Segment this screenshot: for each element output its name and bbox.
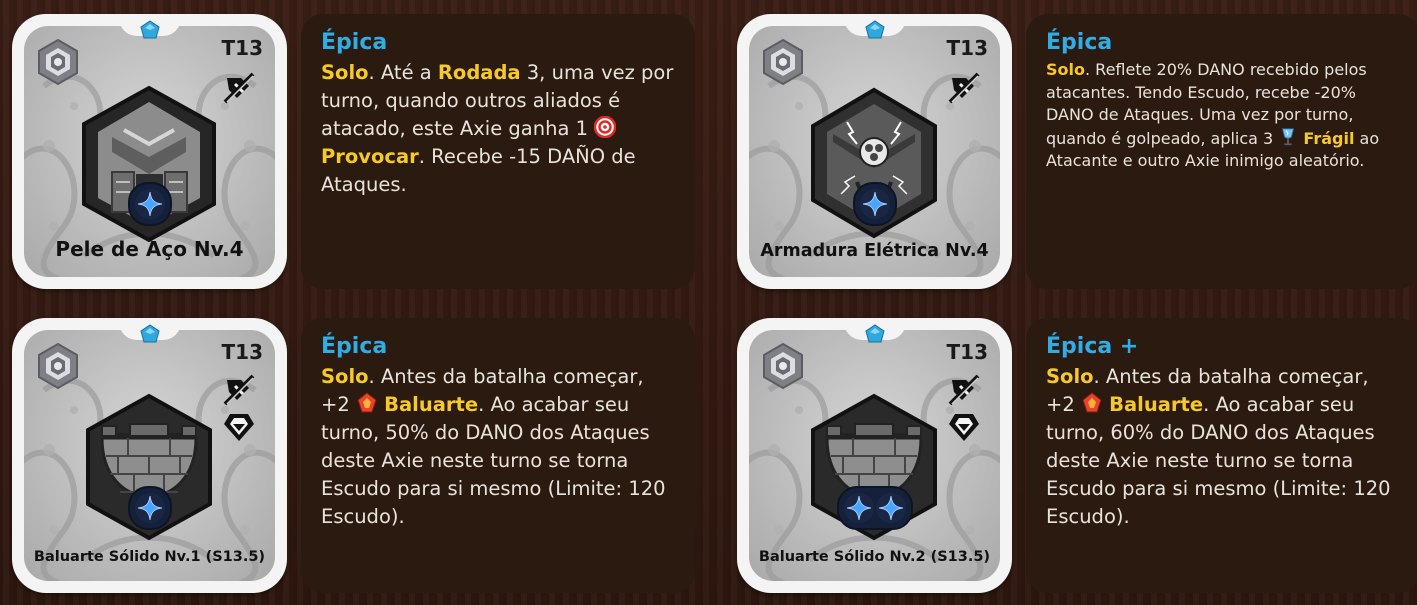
keyword: Baluarte (1109, 393, 1204, 416)
part-card[interactable]: T13 Pele de Aço Nv.4 (12, 14, 287, 289)
level-indicator (852, 182, 897, 226)
description-panel: Épica Solo. Antes da batalha começar, +2… (301, 318, 695, 593)
tower-part-icon (811, 393, 937, 541)
card-name: Armadura Elétrica Nv.4 (760, 241, 989, 261)
sparkle-level-icon (859, 188, 891, 220)
bulwark-status-icon (1081, 392, 1103, 414)
gem-icon (865, 324, 885, 344)
bulwark-status-icon (356, 392, 378, 414)
tier-label: T13 (946, 340, 988, 364)
keyword: Frágil (1303, 128, 1355, 148)
description-panel: Épica Solo. Até a Rodada 3, uma vez por … (301, 14, 695, 289)
gem-icon (865, 20, 885, 40)
rarity-label: Épica (321, 334, 388, 359)
description-panel: Épica + Solo. Antes da batalha começar, … (1026, 318, 1417, 593)
gem-icon (140, 20, 160, 40)
keyword: Solo (321, 365, 369, 388)
tower-part-icon (86, 393, 212, 541)
tier-label: T13 (221, 340, 263, 364)
card-name: Baluarte Sólido Nv.2 (S13.5) (758, 549, 991, 565)
sparkle-level-icon (134, 492, 166, 524)
part-card[interactable]: T13 Baluarte Sólido Nv.2 (S13.5) (737, 318, 1012, 593)
description-panel: Épica Solo. Reflete 20% DANO recebido pe… (1026, 14, 1417, 289)
part-card[interactable]: T13 Armadura Elétrica Nv.4 (737, 14, 1012, 289)
sparkle-level-icon (843, 492, 875, 524)
description-text: Solo. Até a Rodada 3, uma vez por turno,… (321, 59, 675, 199)
class-badge-icon (34, 38, 82, 86)
keyword: Provocar (321, 145, 419, 168)
part-card[interactable]: T13 Baluarte Sólido Nv.1 (S13.5) (12, 318, 287, 593)
level-indicator (836, 486, 913, 530)
keyword: Rodada (437, 61, 521, 84)
class-badge-icon (759, 38, 807, 86)
level-indicator (127, 486, 172, 530)
keyword: Baluarte (384, 393, 479, 416)
target-status-icon (594, 116, 616, 138)
rarity-label: Épica + (1046, 334, 1139, 359)
tier-label: T13 (946, 36, 988, 60)
card-name: Pele de Aço Nv.4 (55, 237, 244, 261)
rarity-label: Épica (321, 30, 388, 55)
sparkle-level-icon (875, 492, 907, 524)
rarity-label: Épica (1046, 30, 1113, 55)
description-text: Solo. Antes da batalha começar, +2 Balua… (1046, 363, 1400, 531)
fragile-status-icon (1278, 127, 1298, 147)
gem-icon (140, 324, 160, 344)
description-text: Solo. Antes da batalha começar, +2 Balua… (321, 363, 675, 531)
keyword: Solo (1046, 365, 1094, 388)
tier-label: T13 (221, 36, 263, 60)
electric-armor-part-icon (811, 87, 937, 239)
keyword: Solo (321, 61, 369, 84)
card-name: Baluarte Sólido Nv.1 (S13.5) (33, 549, 266, 565)
description-text: Solo. Reflete 20% DANO recebido pelos at… (1046, 59, 1400, 173)
steel-face-part-icon (82, 85, 216, 243)
class-badge-icon (759, 342, 807, 390)
sparkle-level-icon (134, 188, 166, 220)
text-run: . Até a (368, 61, 438, 84)
level-indicator (127, 182, 172, 226)
keyword: Solo (1046, 60, 1085, 79)
class-badge-icon (34, 342, 82, 390)
